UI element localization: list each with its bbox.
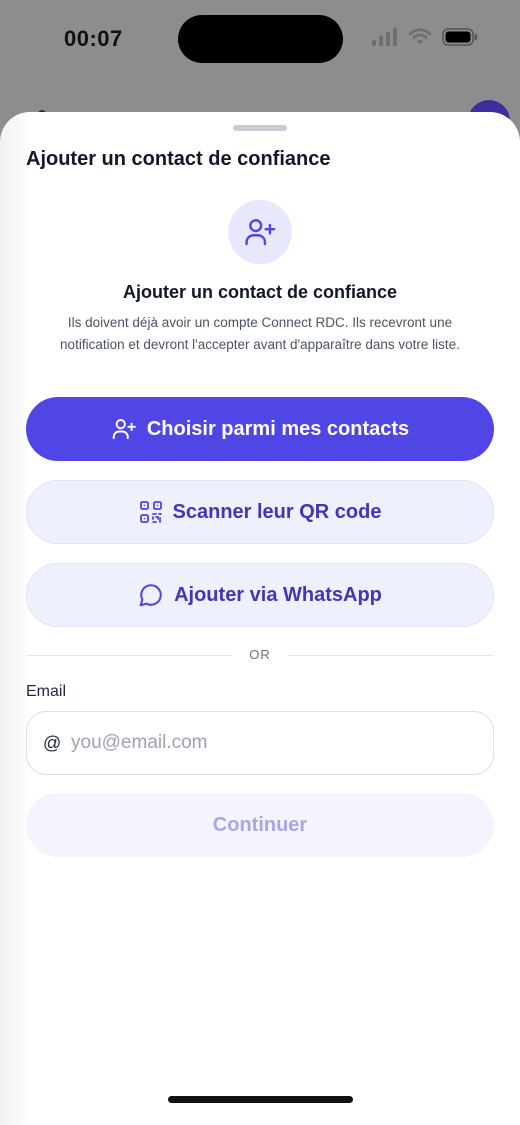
continue-button[interactable]: Continuer (26, 793, 494, 857)
add-trusted-contact-sheet: Ajouter un contact de confiance Ajouter … (0, 112, 520, 1125)
scan-qr-code-label: Scanner leur QR code (172, 500, 382, 523)
hero-description: Ils doivent déjà avoir un compte Connect… (60, 315, 460, 352)
sheet-grabber[interactable] (233, 125, 287, 131)
continue-label: Continuer (212, 813, 308, 836)
choose-from-contacts-button[interactable]: Choisir parmi mes contacts (26, 397, 494, 461)
status-time: 00:07 (64, 26, 123, 51)
email-label: Email (26, 683, 67, 700)
sheet-title: Ajouter un contact de confiance (26, 148, 331, 170)
choose-from-contacts-label: Choisir parmi mes contacts (146, 417, 410, 440)
user-plus-icon (112, 419, 136, 440)
add-via-whatsapp-label: Ajouter via WhatsApp (174, 583, 382, 606)
dynamic-island (178, 15, 343, 63)
or-divider: OR (26, 646, 494, 664)
status-icons (372, 28, 478, 46)
chat-bubble-icon (139, 584, 162, 607)
email-field-container[interactable]: @ (26, 711, 494, 775)
wifi-icon (408, 28, 432, 45)
scan-qr-code-button[interactable]: Scanner leur QR code (26, 480, 494, 544)
hero-title: Ajouter un contact de confiance (122, 282, 398, 302)
battery-icon (442, 28, 477, 46)
add-via-whatsapp-button[interactable]: Ajouter via WhatsApp (26, 563, 494, 627)
status-bar: 00:07 (0, 0, 520, 80)
email-input[interactable] (71, 732, 471, 754)
sheet-shadow (0, 112, 30, 1125)
at-sign-icon: @ (43, 732, 62, 753)
user-plus-icon (228, 200, 292, 264)
qr-code-icon (139, 501, 162, 523)
home-indicator (168, 1096, 353, 1103)
divider-line-right (288, 655, 494, 656)
cellular-signal-icon (372, 28, 397, 46)
